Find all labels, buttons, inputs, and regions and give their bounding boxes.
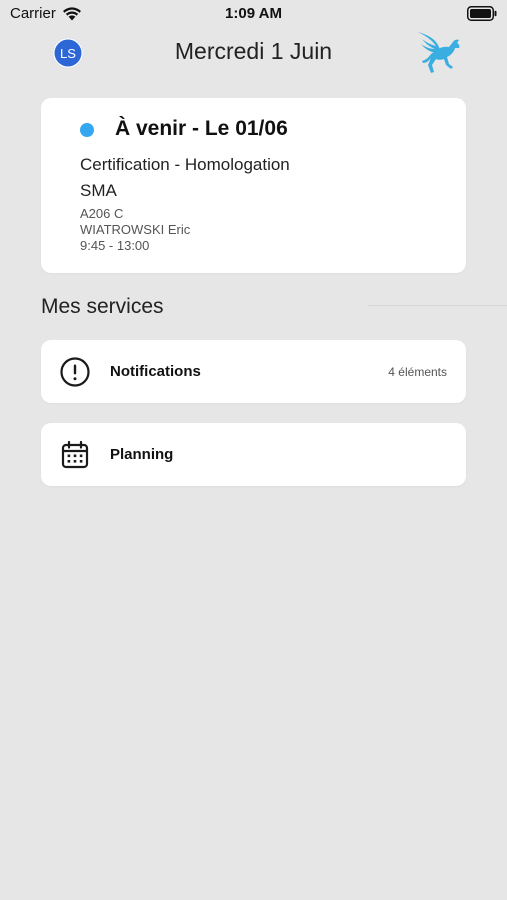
pegasus-logo-icon [418,32,460,73]
calendar-icon [61,440,89,469]
event-heading: À venir - Le 01/06 [115,117,288,140]
planning-service-row[interactable]: Planning [41,423,466,486]
event-hours: 9:45 - 13:00 [80,238,150,253]
status-bar: Carrier 1:09 AM [0,0,507,28]
battery-icon [467,6,497,21]
notifications-count: 4 éléments [388,365,447,379]
event-card[interactable]: À venir - Le 01/06 Certification - Homol… [41,98,466,273]
service-label: Notifications [110,363,201,380]
event-room: A206 C [80,206,124,221]
section-divider [368,305,507,306]
event-group: SMA [80,181,117,200]
event-teacher: WIATROWSKI Eric [80,222,191,237]
service-label: Planning [110,446,174,463]
alert-circle-icon [60,357,90,387]
status-time: 1:09 AM [225,5,282,22]
event-course: Certification - Homologation [80,155,290,174]
notifications-service-row[interactable]: Notifications 4 éléments [41,340,466,403]
event-status-dot [80,123,94,137]
services-section-title: Mes services [41,295,164,318]
